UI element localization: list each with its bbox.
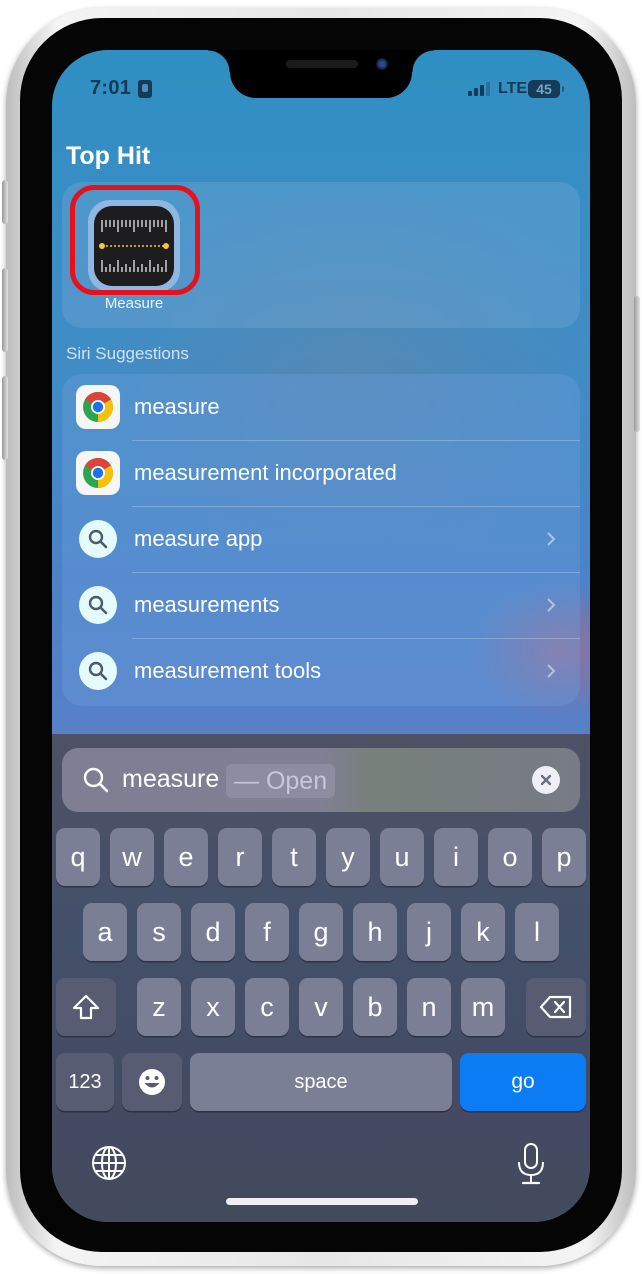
key-c[interactable]: c — [245, 978, 289, 1036]
signal-bar — [474, 88, 478, 96]
key-i[interactable]: i — [434, 828, 478, 886]
key-d[interactable]: d — [191, 903, 235, 961]
battery-level: 45 — [536, 81, 552, 97]
search-input[interactable]: measure — Open — [62, 748, 580, 812]
key-h[interactable]: h — [353, 903, 397, 961]
key-g[interactable]: g — [299, 903, 343, 961]
divider — [132, 440, 580, 441]
screen: 7:01 LTE 45 Top Hit Measure Siri Suggest… — [52, 50, 590, 1222]
emoji-key[interactable] — [122, 1053, 182, 1111]
search-icon — [83, 767, 109, 793]
focus-mode-icon — [138, 80, 152, 98]
suggestion-label: measurement tools — [134, 658, 322, 683]
network-type: LTE — [498, 80, 528, 97]
side-button — [634, 296, 640, 432]
suggestion-label: measurement incorporated — [134, 460, 397, 485]
delete-icon — [539, 995, 572, 1019]
chevron-right-icon — [547, 664, 556, 678]
chrome-icon — [76, 385, 120, 429]
key-s[interactable]: s — [137, 903, 181, 961]
key-j[interactable]: j — [407, 903, 451, 961]
top-hit-title: Top Hit — [66, 142, 151, 170]
volume-down-button — [2, 376, 8, 460]
key-w[interactable]: w — [110, 828, 154, 886]
go-key[interactable]: go — [460, 1053, 586, 1111]
divider — [132, 506, 580, 507]
delete-key[interactable] — [526, 978, 586, 1036]
suggestion-row[interactable]: measurements — [62, 572, 580, 638]
status-time: 7:01 — [90, 77, 132, 99]
shift-icon — [72, 994, 100, 1020]
suggestion-label: measurements — [134, 592, 280, 617]
silent-switch — [2, 180, 8, 224]
chevron-right-icon — [547, 532, 556, 546]
key-a[interactable]: a — [83, 903, 127, 961]
key-r[interactable]: r — [218, 828, 262, 886]
suggestion-label: measure app — [134, 526, 263, 551]
key-k[interactable]: k — [461, 903, 505, 961]
globe-icon[interactable] — [90, 1144, 128, 1182]
key-l[interactable]: l — [515, 903, 559, 961]
home-indicator[interactable] — [226, 1198, 418, 1205]
chevron-right-icon — [547, 598, 556, 612]
emoji-icon — [139, 1069, 165, 1095]
search-icon — [76, 583, 120, 627]
key-z[interactable]: z — [137, 978, 181, 1036]
key-o[interactable]: o — [488, 828, 532, 886]
search-icon — [76, 517, 120, 561]
space-key[interactable]: space — [190, 1053, 452, 1111]
highlight-ring — [70, 185, 200, 295]
key-n[interactable]: n — [407, 978, 451, 1036]
divider — [132, 638, 580, 639]
shift-key[interactable] — [56, 978, 116, 1036]
signal-bar — [486, 82, 490, 96]
siri-suggestions-title: Siri Suggestions — [66, 344, 189, 363]
key-y[interactable]: y — [326, 828, 370, 886]
key-m[interactable]: m — [461, 978, 505, 1036]
numbers-key[interactable]: 123 — [56, 1053, 114, 1111]
key-v[interactable]: v — [299, 978, 343, 1036]
speaker — [286, 60, 358, 68]
battery-icon: 45 — [528, 80, 564, 98]
cellular-signal-icon — [468, 82, 490, 96]
suggestion-row[interactable]: measurement tools — [62, 638, 580, 704]
signal-bar — [480, 85, 484, 96]
clear-icon[interactable] — [532, 766, 560, 794]
key-x[interactable]: x — [191, 978, 235, 1036]
key-q[interactable]: q — [56, 828, 100, 886]
suggestions-list: measure measurement incorporated measure… — [62, 374, 580, 706]
search-icon — [76, 649, 120, 693]
chrome-icon — [76, 451, 120, 495]
suggestion-row[interactable]: measure app — [62, 506, 580, 572]
key-f[interactable]: f — [245, 903, 289, 961]
key-u[interactable]: u — [380, 828, 424, 886]
mic-icon[interactable] — [516, 1142, 546, 1186]
notch — [208, 50, 434, 98]
signal-bar — [468, 91, 472, 96]
suggestion-label: measure — [134, 394, 220, 419]
suggestion-row[interactable]: measure — [62, 374, 580, 440]
front-camera — [376, 58, 388, 70]
key-b[interactable]: b — [353, 978, 397, 1036]
suggestion-row[interactable]: measurement incorporated — [62, 440, 580, 506]
search-value: measure — [122, 765, 220, 793]
volume-up-button — [2, 268, 8, 352]
key-e[interactable]: e — [164, 828, 208, 886]
search-completion: — Open — [226, 764, 336, 798]
divider — [132, 572, 580, 573]
key-t[interactable]: t — [272, 828, 316, 886]
app-label: Measure — [104, 295, 164, 312]
key-p[interactable]: p — [542, 828, 586, 886]
